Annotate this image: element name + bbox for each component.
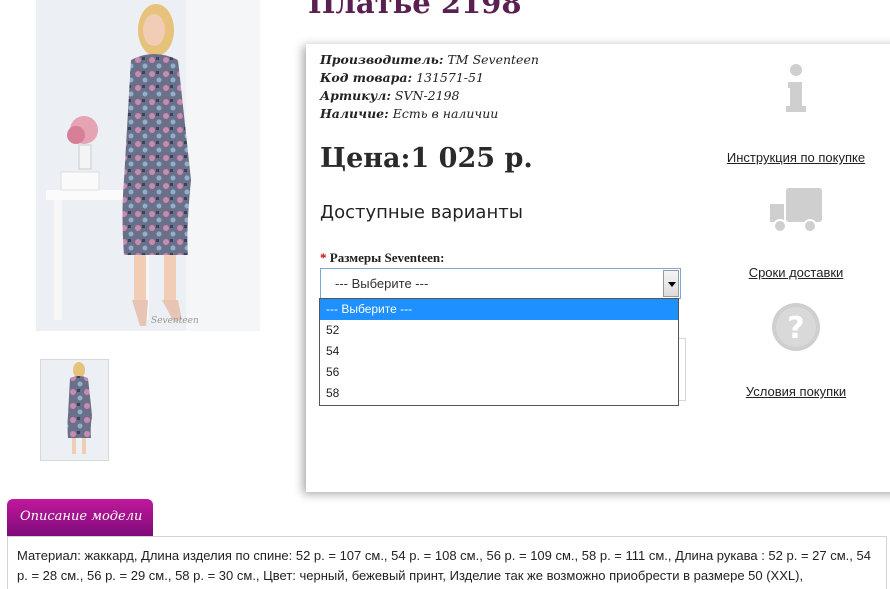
tab-description-label: Описание модели <box>20 509 143 524</box>
delivery-block: Сроки доставки <box>706 184 886 281</box>
required-mark: * <box>320 250 327 265</box>
size-option-56[interactable]: 56 <box>320 362 678 383</box>
size-label-text: Размеры Seventeen: <box>329 250 445 265</box>
conditions-block: ? Условия покупки <box>706 300 886 400</box>
svg-text:?: ? <box>787 311 804 346</box>
tab-description[interactable]: Описание модели <box>7 499 153 537</box>
product-price: Цена:1 025 р. <box>320 143 533 174</box>
availability-label: Наличие: <box>320 106 389 121</box>
availability-value: Есть в наличии <box>392 106 499 121</box>
size-option-placeholder[interactable]: --- Выберите --- <box>320 299 678 320</box>
product-meta: Производитель: ТМ Seventeen Код товара: … <box>320 51 539 123</box>
product-main-photo[interactable]: Seventeen <box>36 0 260 331</box>
dress-thumb-illustration <box>41 360 108 460</box>
question-icon: ? <box>772 303 820 351</box>
manufacturer-row: Производитель: ТМ Seventeen <box>320 51 539 69</box>
product-thumbnail[interactable] <box>40 359 109 461</box>
code-value: 131571-51 <box>416 70 484 85</box>
product-title: Платье 2198 <box>308 0 522 20</box>
description-panel: Материал: жаккард, Длина изделия по спин… <box>7 536 887 589</box>
article-value: SVN-2198 <box>394 88 460 103</box>
availability-row: Наличие: Есть в наличии <box>320 105 539 123</box>
info-icon <box>786 64 806 112</box>
size-option-54[interactable]: 54 <box>320 341 678 362</box>
size-option-52[interactable]: 52 <box>320 320 678 341</box>
size-dropdown-list[interactable]: --- Выберите --- 52 54 56 58 <box>319 298 679 406</box>
delivery-link[interactable]: Сроки доставки <box>749 265 844 280</box>
size-select[interactable]: --- Выберите --- <box>320 268 681 299</box>
code-row: Код товара: 131571-51 <box>320 69 539 87</box>
product-info-panel: Производитель: ТМ Seventeen Код товара: … <box>306 44 890 492</box>
article-row: Артикул: SVN-2198 <box>320 87 539 105</box>
manufacturer-label: Производитель: <box>320 52 444 67</box>
photo-watermark: Seventeen <box>151 316 199 326</box>
code-label: Код товара: <box>320 70 413 85</box>
manufacturer-value: ТМ Seventeen <box>447 52 539 67</box>
instructions-block: Инструкция по покупке <box>706 62 886 166</box>
truck-icon <box>770 188 822 233</box>
size-option-58[interactable]: 58 <box>320 383 678 404</box>
description-text: Материал: жаккард, Длина изделия по спин… <box>17 548 871 589</box>
size-select-value: --- Выберите --- <box>335 276 429 291</box>
conditions-link[interactable]: Условия покупки <box>746 384 846 399</box>
size-option-label: * Размеры Seventeen: <box>320 250 444 266</box>
dropdown-arrow-icon[interactable] <box>663 270 679 297</box>
variants-heading: Доступные варианты <box>320 202 523 223</box>
article-label: Артикул: <box>320 88 391 103</box>
dress-photo-illustration: Seventeen <box>36 0 260 331</box>
instructions-link[interactable]: Инструкция по покупке <box>727 150 865 165</box>
